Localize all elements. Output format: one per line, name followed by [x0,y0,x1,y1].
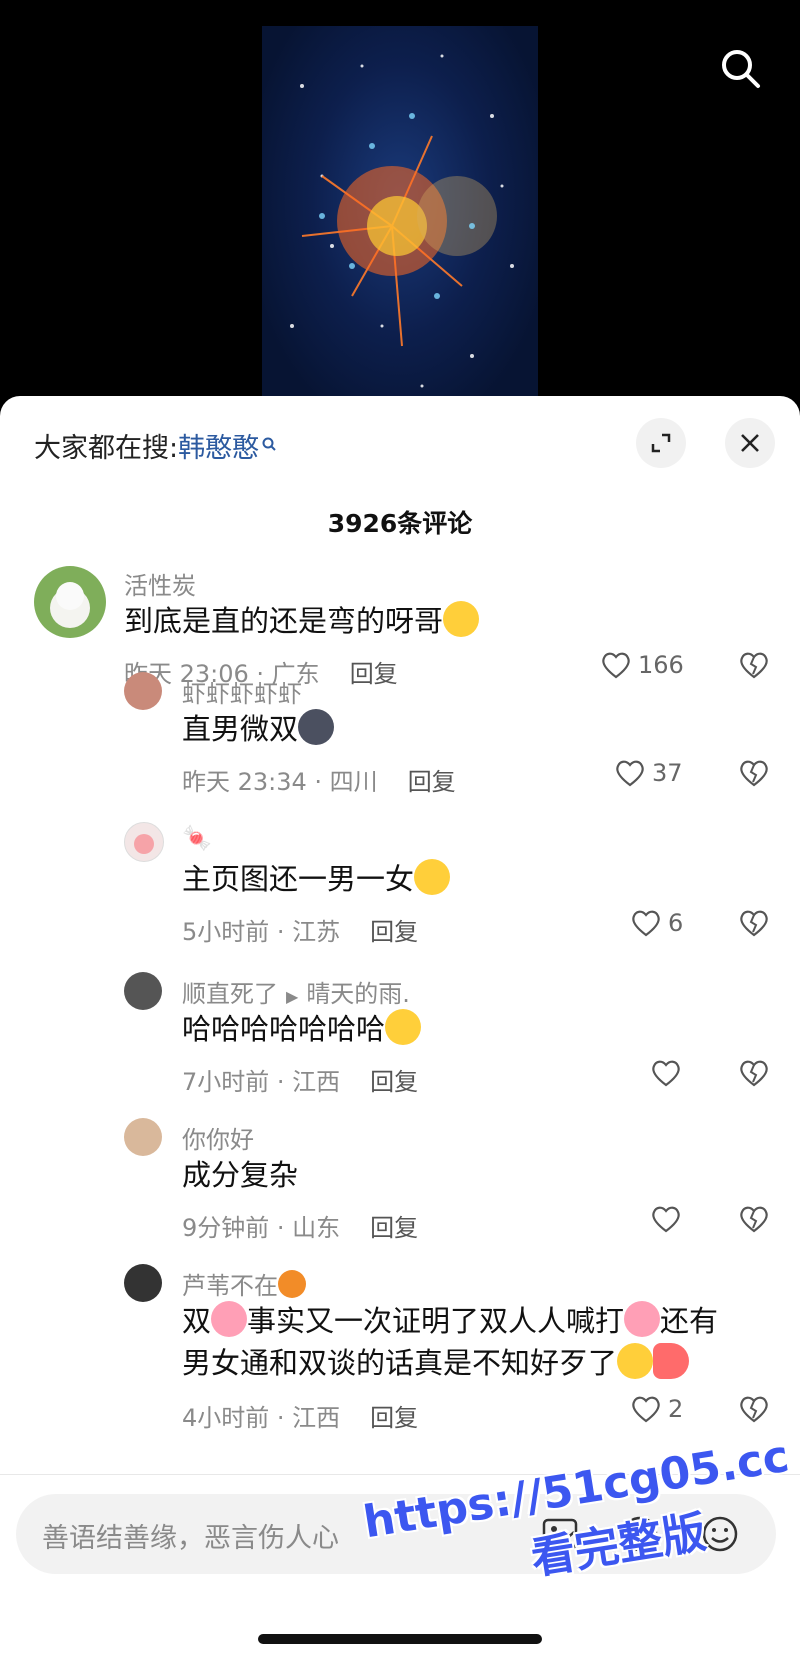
comment-author[interactable]: 虾虾虾虾虾 [182,674,302,709]
laughing-emoji-icon [443,601,480,637]
like-count: 2 [668,1395,684,1423]
reply-button[interactable]: 回复 [350,660,398,688]
thumbs-up-emoji-icon [653,1343,690,1379]
trending-search[interactable]: 大家都在搜:韩憨憨 [34,426,277,465]
comment-meta: 9分钟前 · 山东 回复 [182,1214,419,1242]
comment-meta: 7小时前 · 江西 回复 [182,1068,419,1096]
heart-icon [632,910,660,937]
comment-text: 主页图还一男一女 [182,858,451,900]
comment-count: 3926条评论 [327,509,473,538]
comment-author[interactable]: 活性炭 [124,566,196,601]
avatar[interactable] [124,972,162,1010]
like-button[interactable]: 166 [600,650,684,680]
avatar[interactable] [124,1264,162,1302]
comment-author-name[interactable]: 芦苇不在 [182,1272,278,1300]
comment-input-placeholder: 善语结善缘，恶言伤人心 [42,1523,339,1554]
comment-meta: 昨天 23:34 · 四川 回复 [182,768,456,796]
reply-button[interactable]: 回复 [408,768,456,796]
pumpkin-emoji-icon [278,1270,306,1298]
video-area[interactable] [0,0,800,410]
heart-icon [602,652,630,679]
expand-icon[interactable] [636,418,686,468]
broken-heart-icon[interactable] [738,650,770,684]
reply-button[interactable]: 回复 [370,1068,418,1096]
broken-heart-icon[interactable] [738,908,770,942]
flushed-emoji-icon [617,1343,654,1379]
like-count: 37 [652,759,683,787]
broken-heart-icon[interactable] [738,758,770,792]
hug-emoji-icon [211,1301,248,1337]
comment-author-name[interactable]: 顺直死了 [182,980,278,1008]
comment-meta: 4小时前 · 江西 回复 [182,1404,419,1432]
dark-face-emoji-icon [298,709,335,745]
hug-emoji-icon [624,1301,661,1337]
like-count: 6 [668,909,684,937]
broken-heart-icon[interactable] [738,1394,770,1428]
comment-author: 芦苇不在 [182,1266,306,1301]
trending-keyword[interactable]: 韩憨憨 [178,433,259,464]
avatar[interactable] [124,1118,162,1156]
comment-text: 哈哈哈哈哈哈哈 [182,1008,422,1050]
heart-icon [652,1206,680,1233]
heart-icon [616,760,644,787]
comment-text: 成分复杂 [182,1158,299,1192]
reply-target-name[interactable]: 晴天的雨. [306,980,410,1008]
comment-author[interactable]: 你你好 [182,1120,254,1155]
reply-button[interactable]: 回复 [370,918,418,946]
like-button[interactable] [650,1058,688,1088]
avatar[interactable] [124,672,162,710]
comment-author: 顺直死了 ▶ 晴天的雨. [182,974,410,1009]
comment-text: 直男微双 [182,708,335,750]
trending-prefix: 大家都在搜: [34,433,179,464]
like-button[interactable]: 6 [630,908,683,938]
comment-text: 双事实又一次证明了双人人喊打 还有 男女通和双谈的话真是不知好歹了 [182,1300,718,1384]
like-button[interactable] [650,1204,688,1234]
close-icon[interactable] [725,418,775,468]
comment-text: 到底是直的还是弯的呀哥 [124,600,480,642]
reply-button[interactable]: 回复 [370,1404,418,1432]
heart-icon [632,1396,660,1423]
broken-heart-icon[interactable] [738,1058,770,1092]
avatar[interactable] [124,822,164,862]
heart-icon [652,1060,680,1087]
reply-arrow-icon: ▶ [286,987,299,1006]
like-count: 166 [638,651,684,679]
avatar[interactable] [34,566,106,638]
comment-author[interactable]: 🍬 [182,824,212,852]
like-button[interactable]: 37 [614,758,683,788]
reply-button[interactable]: 回复 [370,1214,418,1242]
like-button[interactable]: 2 [630,1394,683,1424]
broken-heart-icon[interactable] [738,1204,770,1238]
comment-meta: 5小时前 · 江苏 回复 [182,918,419,946]
video-thumbnail[interactable] [262,26,538,410]
search-icon[interactable] [716,44,766,94]
laughing-emoji-icon [385,1009,422,1045]
small-search-icon [261,428,277,459]
home-indicator [258,1634,542,1644]
laughing-emoji-icon [414,859,451,895]
